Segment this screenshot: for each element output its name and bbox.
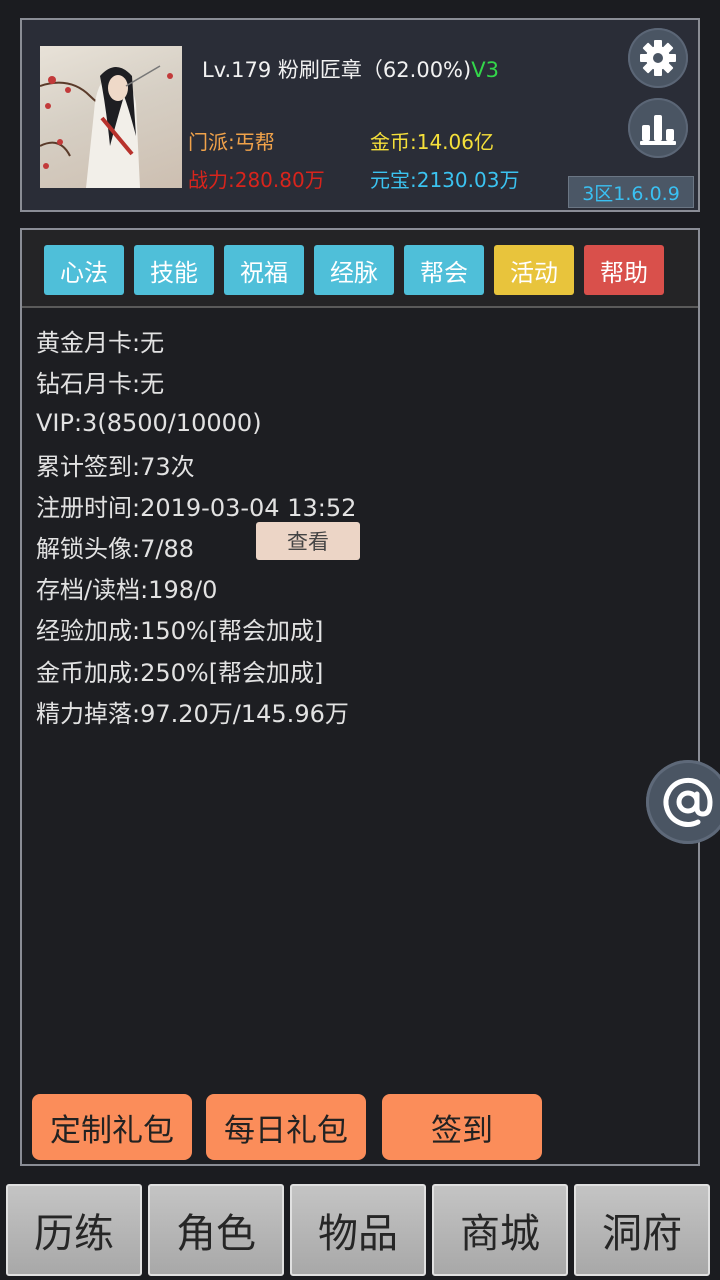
info-exp-bonus: 经验加成:150%[帮会加成] [36, 617, 324, 646]
yuanbao-label: 元宝:2130.03万 [370, 168, 520, 192]
checkin-button[interactable]: 签到 [382, 1094, 542, 1160]
server-version-badge: 3区1.6.0.9 [568, 176, 694, 208]
player-avatar[interactable] [40, 46, 182, 188]
bottom-navigation: 历练 角色 物品 商城 洞府 [6, 1182, 714, 1278]
vip-tag: V3 [471, 58, 499, 82]
mention-button[interactable] [646, 760, 720, 844]
tab-bar: 心法 技能 祝福 经脉 帮会 活动 帮助 [22, 230, 698, 308]
view-avatars-button[interactable]: 查看 [256, 522, 360, 560]
tab-blessing[interactable]: 祝福 [224, 245, 304, 295]
player-header-panel: Lv.179 粉刷匠章（62.00%)V3 门派:丐帮 金币:14.06亿 战力… [20, 18, 700, 212]
daily-gift-button[interactable]: 每日礼包 [206, 1094, 366, 1160]
info-save-load: 存档/读档:198/0 [36, 576, 218, 605]
tab-xinfa[interactable]: 心法 [44, 245, 124, 295]
info-gold-bonus: 金币加成:250%[帮会加成] [36, 658, 324, 687]
bar-chart-icon [640, 115, 676, 145]
info-register-time: 注册时间:2019-03-04 13:52 [36, 493, 357, 522]
player-level: Lv.179 粉刷匠章（62.00%)V3 [202, 54, 499, 84]
info-energy-drop: 精力掉落:97.20万/145.96万 [36, 699, 349, 728]
nav-items[interactable]: 物品 [290, 1184, 426, 1276]
tab-skills[interactable]: 技能 [134, 245, 214, 295]
tab-guild[interactable]: 帮会 [404, 245, 484, 295]
info-total-checkin: 累计签到:73次 [36, 452, 195, 481]
settings-button[interactable] [628, 28, 688, 88]
sect-label: 门派:丐帮 [188, 130, 275, 154]
gear-icon [640, 40, 676, 76]
main-panel: 心法 技能 祝福 经脉 帮会 活动 帮助 黄金月卡:无 钻石月卡:无 VIP:3… [20, 228, 700, 1166]
tab-meridian[interactable]: 经脉 [314, 245, 394, 295]
nav-training[interactable]: 历练 [6, 1184, 142, 1276]
at-sign-icon [663, 777, 713, 827]
level-text: Lv.179 粉刷匠章（62.00%) [202, 58, 472, 82]
info-diamond-monthly-card: 钻石月卡:无 [36, 370, 165, 399]
tab-help[interactable]: 帮助 [584, 245, 664, 295]
nav-cave[interactable]: 洞府 [574, 1184, 710, 1276]
custom-gift-button[interactable]: 定制礼包 [32, 1094, 192, 1160]
gold-label: 金币:14.06亿 [370, 130, 494, 154]
stats-button[interactable] [628, 98, 688, 158]
nav-character[interactable]: 角色 [148, 1184, 284, 1276]
tab-events[interactable]: 活动 [494, 245, 574, 295]
info-gold-monthly-card: 黄金月卡:无 [36, 329, 165, 358]
info-vip: VIP:3(8500/10000) [36, 408, 262, 437]
nav-shop[interactable]: 商城 [432, 1184, 568, 1276]
power-label: 战力:280.80万 [188, 168, 325, 192]
